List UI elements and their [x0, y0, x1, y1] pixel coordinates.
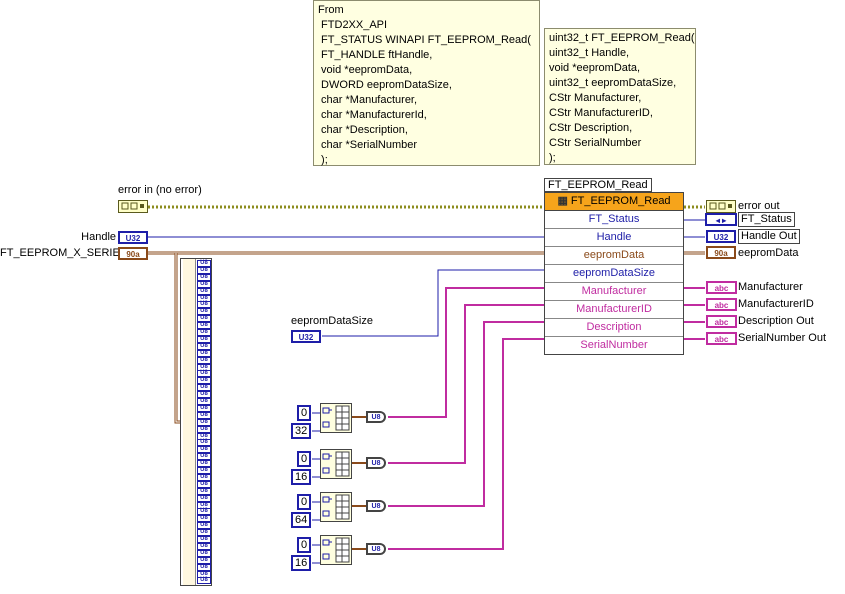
node-title-label: FT_EEPROM_Read	[544, 178, 652, 192]
error-out-terminal[interactable]	[706, 200, 736, 213]
library-icon: ▦	[557, 195, 568, 207]
initialize-array-icon	[322, 494, 350, 520]
note-line: From	[318, 4, 344, 16]
note-line: uint32_t FT_EEPROM_Read(	[549, 32, 695, 44]
manufacturer-id-label: ManufacturerID	[738, 298, 814, 310]
node-param-serialnumber[interactable]: SerialNumber	[545, 337, 683, 354]
node-param-description[interactable]: Description	[545, 319, 683, 337]
note-line: char *SerialNumber	[318, 139, 418, 151]
string-input-wires	[388, 287, 545, 550]
u8-array-to-string-node[interactable]: U8	[366, 500, 386, 512]
serial-number-out-label: SerialNumber Out	[738, 332, 827, 344]
initialize-array-icon	[322, 405, 350, 431]
eeprom-data-out-label: eepromData	[738, 247, 799, 259]
note-line: char *Manufacturer,	[318, 94, 418, 106]
description-out-terminal[interactable]: abc	[706, 315, 737, 328]
u8-array-to-string-node[interactable]: U8	[366, 457, 386, 469]
init-size-constant[interactable]: 64	[291, 512, 312, 528]
note-line: );	[318, 154, 328, 166]
error-in-terminal[interactable]	[118, 200, 148, 213]
manufacturer-terminal[interactable]: abc	[706, 281, 737, 294]
init-value-constant[interactable]: 0	[297, 537, 312, 553]
initialize-array-function[interactable]	[320, 492, 352, 522]
note-line: FTD2XX_API	[318, 19, 388, 31]
initialize-array-function[interactable]	[320, 535, 352, 565]
handle-terminal[interactable]: U32	[118, 231, 148, 244]
handle-out-label: Handle Out	[738, 229, 800, 244]
eeprom-data-size-terminal[interactable]: U32	[291, 330, 321, 343]
array-element[interactable]: U8	[197, 577, 211, 585]
eeprom-x-series-terminal[interactable]: 90a	[118, 247, 148, 260]
ft-status-label: FT_Status	[738, 212, 795, 227]
manufacturer-id-terminal[interactable]: abc	[706, 298, 737, 311]
note-line: CStr Manufacturer,	[549, 92, 642, 104]
initialize-array-icon	[322, 451, 350, 477]
eeprom-x-series-label: FT_EEPROM_X_SERIES	[0, 247, 128, 259]
u8-array-to-string-node[interactable]: U8	[366, 543, 386, 555]
ft-status-terminal[interactable]: ◂ ▸	[705, 213, 737, 226]
note-line: );	[549, 152, 556, 164]
eeprom-data-size-label: eepromDataSize	[291, 315, 373, 327]
note-line: CStr SerialNumber	[549, 137, 642, 149]
description-out-label: Description Out	[738, 315, 814, 327]
note-line: char *ManufacturerId,	[318, 109, 427, 121]
init-out-wires	[352, 416, 366, 550]
init-size-constant[interactable]: 32	[291, 423, 312, 439]
handle-out-terminal[interactable]: U32	[706, 230, 736, 243]
eeprom-data-out-terminal[interactable]: 90a	[706, 246, 736, 259]
init-value-constant[interactable]: 0	[297, 405, 312, 421]
eeprom-array-constant[interactable]: U8 U8 U8 U8 U8 U8 U8 U8 U8 U8 U8 U8 U8 U8 U8 U8 U8 U8 U8 U8…	[180, 258, 212, 586]
node-param-ft_status[interactable]: FT_Status	[545, 211, 683, 229]
node-param-eepromdatasize[interactable]: eepromDataSize	[545, 265, 683, 283]
u8-array-to-string-node[interactable]: U8	[366, 411, 386, 423]
node-header-label: FT_EEPROM_Read	[570, 195, 671, 207]
note-line: FT_STATUS WINAPI FT_EEPROM_Read(	[318, 34, 531, 46]
note-line: uint32_t eepromDataSize,	[549, 77, 677, 89]
error-in-label: error in (no error)	[118, 184, 202, 196]
labview-comment-note: uint32_t FT_EEPROM_Read( uint32_t Handle,…	[544, 28, 696, 165]
node-param-eepromdata[interactable]: eepromData	[545, 247, 683, 265]
initialize-array-function[interactable]	[320, 403, 352, 433]
array-index-display	[183, 259, 196, 585]
init-size-constant[interactable]: 16	[291, 469, 312, 485]
note-line: CStr Description,	[549, 122, 633, 134]
note-line: CStr ManufacturerID,	[549, 107, 653, 119]
serial-number-out-terminal[interactable]: abc	[706, 332, 737, 345]
note-line: uint32_t Handle,	[549, 47, 630, 59]
manufacturer-label: Manufacturer	[738, 281, 803, 293]
handle-label: Handle	[81, 231, 116, 243]
initialize-array-function[interactable]	[320, 449, 352, 479]
call-library-node[interactable]: ▦ FT_EEPROM_Read FT_Status Handle eepromDa…	[544, 192, 684, 355]
note-line: FT_HANDLE ftHandle,	[318, 49, 433, 61]
initialize-array-icon	[322, 537, 350, 563]
node-header: ▦ FT_EEPROM_Read	[545, 193, 683, 211]
init-value-constant[interactable]: 0	[297, 451, 312, 467]
init-value-constant[interactable]: 0	[297, 494, 312, 510]
api-comment-note: From FTD2XX_API FT_STATUS WINAPI FT_EEPR…	[313, 0, 540, 166]
init-size-constant[interactable]: 16	[291, 555, 312, 571]
note-line: void *eepromData,	[549, 62, 641, 74]
node-param-manufacturerid[interactable]: ManufacturerID	[545, 301, 683, 319]
init-wires	[312, 412, 320, 564]
note-line: char *Description,	[318, 124, 408, 136]
node-param-manufacturer[interactable]: Manufacturer	[545, 283, 683, 301]
string-output-wires	[684, 287, 705, 340]
note-line: void *eepromData,	[318, 64, 413, 76]
error-cluster-icon	[709, 202, 732, 210]
error-cluster-icon	[121, 202, 144, 210]
node-param-handle[interactable]: Handle	[545, 229, 683, 247]
note-line: DWORD eepromDataSize,	[318, 79, 452, 91]
